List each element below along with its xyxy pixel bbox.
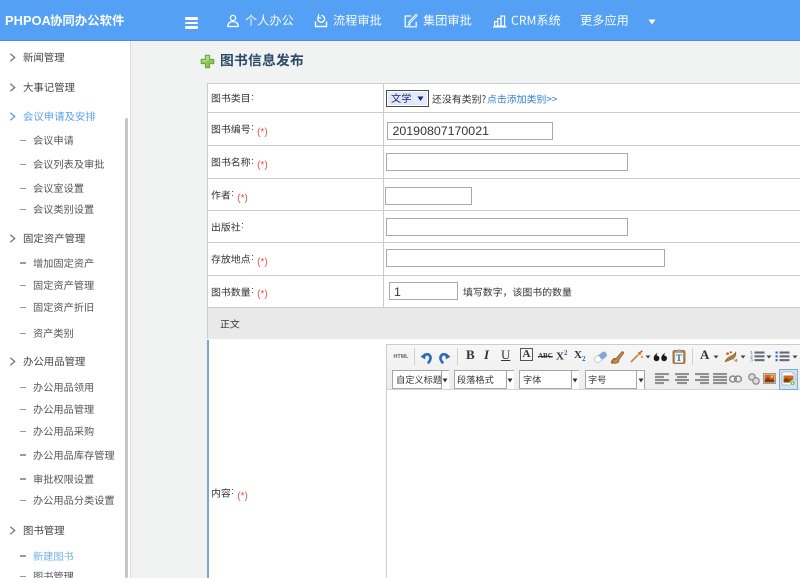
svg-text:3: 3 — [750, 358, 753, 363]
svg-text:T: T — [676, 353, 682, 363]
